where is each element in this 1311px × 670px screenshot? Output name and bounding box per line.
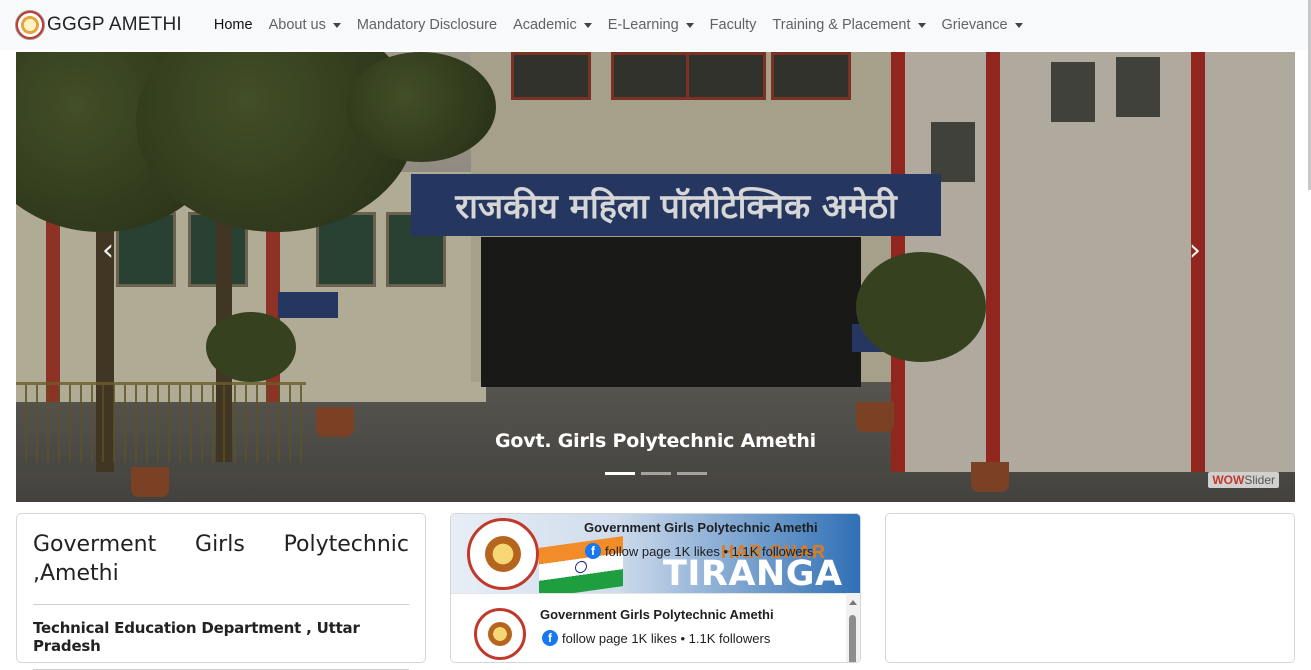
caret-down-icon (917, 22, 926, 28)
caret-down-icon (332, 22, 341, 28)
carousel-indicator[interactable] (641, 472, 671, 475)
nav-label: Grievance (941, 17, 1008, 33)
brand-name: GGGP AMETHI (47, 14, 182, 35)
emblem-icon (488, 622, 512, 646)
follow-page-link[interactable]: f follow page 1K likes • 1.1K followers (542, 630, 770, 646)
nav-label: Mandatory Disclosure (356, 17, 498, 33)
page-name-link[interactable]: Government Girls Polytechnic Amethi (540, 607, 774, 622)
watermark-part: WOW (1212, 473, 1245, 487)
wowslider-watermark[interactable]: WOWSlider (1208, 472, 1279, 488)
nav-item-about-us[interactable]: About us (261, 0, 349, 50)
nav-label: About us (268, 17, 326, 33)
nav-label: Home (213, 17, 253, 33)
follow-text: follow page 1K likes • 1.1K followers (605, 543, 814, 559)
cover-page-name[interactable]: Government Girls Polytechnic Amethi (584, 520, 818, 535)
nav-item-e-learning[interactable]: E-Learning (600, 0, 702, 50)
department-subtitle: Technical Education Department , Uttar P… (33, 619, 360, 655)
college-title-line2: ,Amethi (33, 561, 119, 586)
scroll-thumb[interactable] (849, 615, 856, 662)
college-info-card: Goverment Girls Polytechnic ,Amethi Tech… (16, 513, 426, 670)
nav-label: E-Learning (607, 17, 679, 33)
facebook-icon: f (542, 630, 558, 646)
nav-label: Academic (513, 17, 577, 33)
college-logo-icon (15, 10, 45, 40)
nav-item-mandatory-disclosure[interactable]: Mandatory Disclosure (349, 0, 505, 50)
nav-label: Training & Placement (772, 17, 911, 33)
carousel-indicators (605, 472, 707, 475)
watermark-part: Slider (1244, 473, 1275, 487)
page-avatar[interactable] (474, 608, 526, 660)
carousel-next-button[interactable]: › (1189, 236, 1209, 266)
chakra-icon (575, 560, 587, 574)
nav-item-grievance[interactable]: Grievance (934, 0, 1031, 50)
empty-card (885, 513, 1295, 663)
scroll-up-arrow-icon[interactable] (849, 600, 857, 605)
carousel-prev-button[interactable]: ‹ (102, 236, 122, 266)
cover-follow-link[interactable]: f follow page 1K likes • 1.1K followers (585, 543, 813, 559)
caret-down-icon (685, 22, 694, 28)
chevron-right-icon: › (1189, 233, 1201, 268)
image-carousel: राजकीय महिला पॉलीटेक्निक अमेठी ‹ › Govt.… (16, 52, 1295, 502)
nav-item-home[interactable]: Home (206, 0, 261, 50)
nav-menu: Home About us Mandatory Disclosure Acade… (206, 0, 1031, 50)
carousel-indicator[interactable] (677, 472, 707, 475)
cover-banner-text: TIRANGA (663, 554, 843, 593)
facebook-page-widget: HAR GHAR TIRANGA Government Girls Polyte… (450, 513, 861, 663)
caret-down-icon (583, 22, 592, 28)
chevron-left-icon: ‹ (102, 233, 114, 268)
facebook-icon: f (585, 543, 601, 559)
college-title: Goverment Girls Polytechnic ,Amethi (33, 530, 409, 588)
page-profile-logo[interactable] (467, 518, 539, 590)
nav-label: Faculty (709, 17, 757, 33)
carousel-caption: Govt. Girls Polytechnic Amethi (495, 430, 816, 452)
carousel-indicator[interactable] (605, 472, 635, 475)
divider (33, 604, 409, 605)
caret-down-icon (1014, 22, 1023, 28)
nav-item-faculty[interactable]: Faculty (702, 0, 765, 50)
top-navbar: GGGP AMETHI Home About us Mandatory Disc… (0, 0, 1311, 50)
facebook-cover-image[interactable]: HAR GHAR TIRANGA Government Girls Polyte… (451, 514, 860, 593)
emblem-icon (485, 536, 521, 572)
follow-text: follow page 1K likes • 1.1K followers (562, 630, 771, 646)
widget-scrollbar[interactable] (846, 593, 860, 662)
nav-item-training-placement[interactable]: Training & Placement (764, 0, 933, 50)
brand[interactable]: GGGP AMETHI (15, 0, 182, 50)
facebook-feed: Government Girls Polytechnic Amethi f fol… (451, 593, 860, 662)
college-title-line1: Goverment Girls Polytechnic (33, 532, 409, 557)
nav-item-academic[interactable]: Academic (505, 0, 600, 50)
